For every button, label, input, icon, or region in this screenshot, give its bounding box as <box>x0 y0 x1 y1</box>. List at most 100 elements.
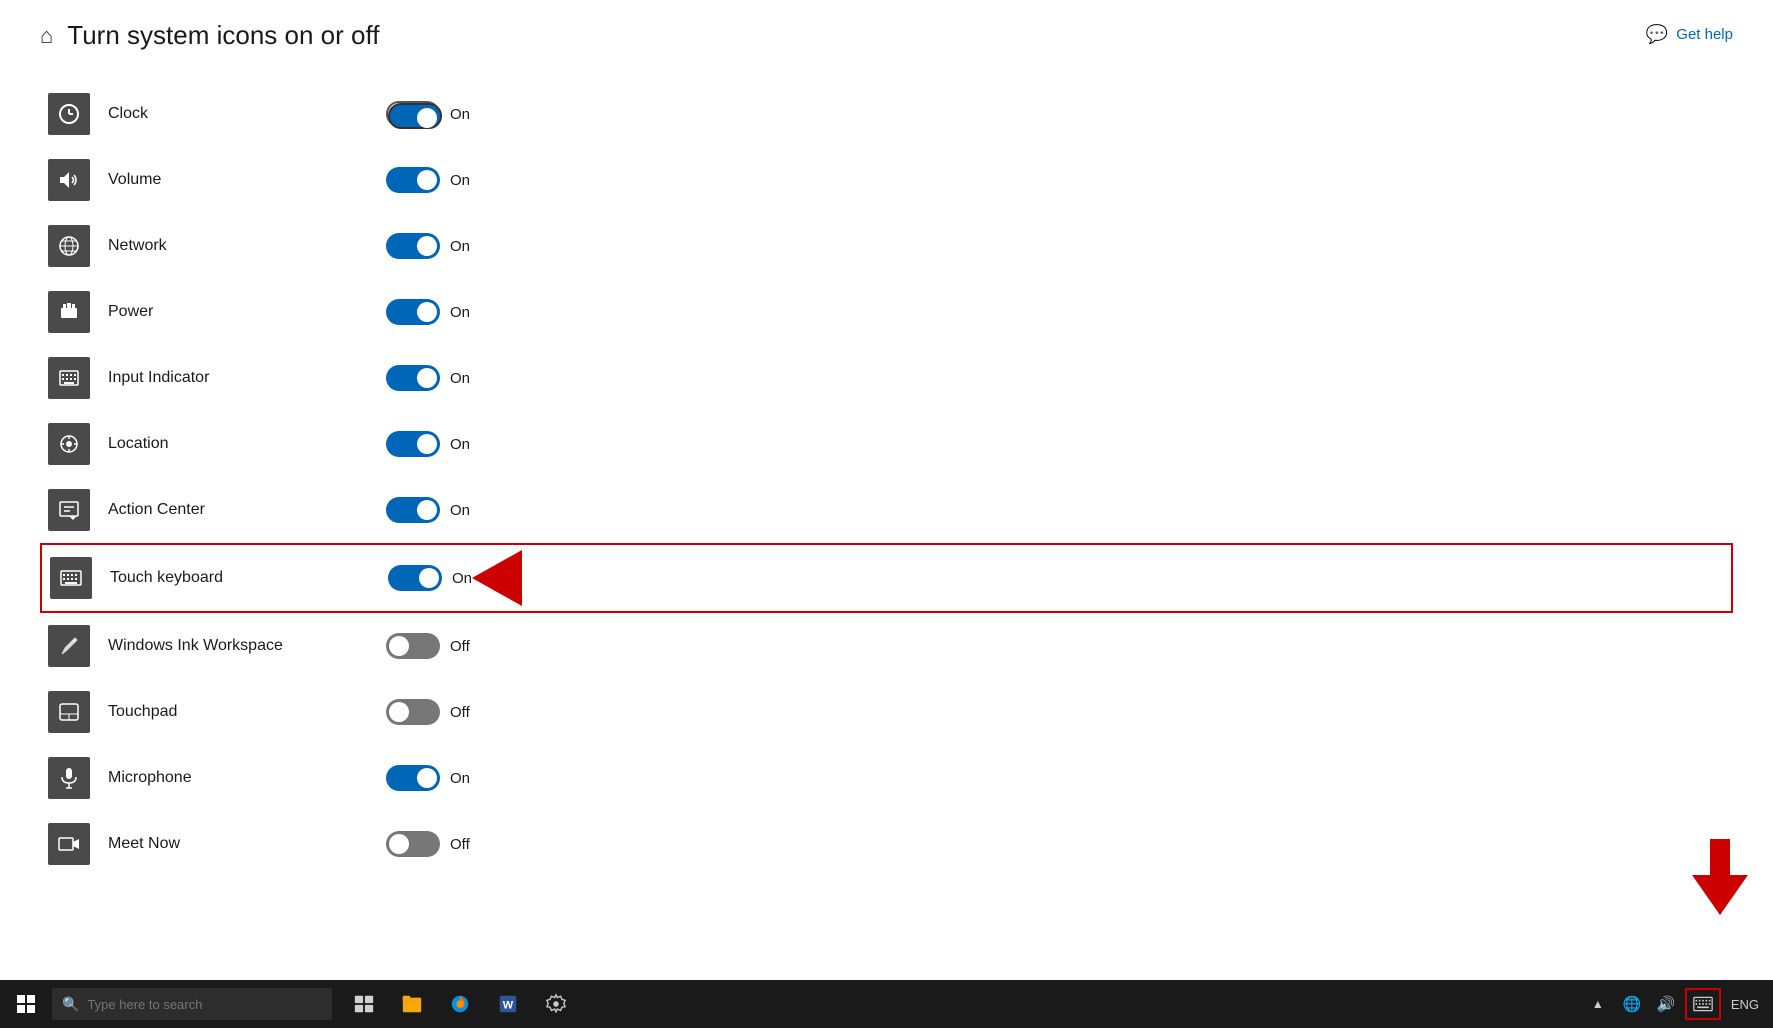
location-toggle-label: On <box>450 436 475 453</box>
taskbar-left: 🔍 <box>0 980 332 1028</box>
volume-icon-box <box>48 159 90 201</box>
word-button[interactable]: W <box>486 980 530 1028</box>
taskbar-search-box[interactable]: 🔍 <box>52 988 332 1020</box>
arrow-indicator <box>472 550 522 606</box>
network-icon <box>57 234 81 258</box>
power-toggle[interactable] <box>386 299 440 325</box>
touch-keyboard-label: Touch keyboard <box>110 569 310 587</box>
setting-row-volume: Volume On <box>40 147 1733 213</box>
touchpad-toggle-label: Off <box>450 704 475 721</box>
volume-tray-icon[interactable]: 🔊 <box>1651 980 1681 1028</box>
power-toggle-label: On <box>450 304 475 321</box>
task-view-button[interactable] <box>342 980 386 1028</box>
setting-row-network: Network On <box>40 213 1733 279</box>
input-indicator-label: Input Indicator <box>108 369 308 387</box>
network-toggle[interactable] <box>386 233 440 259</box>
power-icon <box>57 300 81 324</box>
action-center-toggle-label: On <box>450 502 475 519</box>
settings-button[interactable] <box>534 980 578 1028</box>
page-title-container: ⌂ Turn system icons on or off <box>40 20 1733 51</box>
taskbar-right: ▲ 🌐 🔊 ENG <box>1583 980 1773 1028</box>
svg-text:W: W <box>503 1000 514 1012</box>
network-toggle-label: On <box>450 238 475 255</box>
setting-row-action-center: Action Center On <box>40 477 1733 543</box>
location-toggle[interactable] <box>386 431 440 457</box>
meet-now-icon <box>57 832 81 856</box>
action-center-icon <box>57 498 81 522</box>
microphone-label: Microphone <box>108 769 308 787</box>
windows-icon <box>17 995 35 1013</box>
system-tray-expand[interactable]: ▲ <box>1583 980 1613 1028</box>
clock-icon-box <box>48 93 90 135</box>
input-indicator-toggle[interactable] <box>386 365 440 391</box>
input-indicator-icon-box <box>48 357 90 399</box>
settings-list: Clock On Volume On <box>40 81 1733 877</box>
windows-ink-toggle-label: Off <box>450 638 475 655</box>
firefox-button[interactable] <box>438 980 482 1028</box>
home-icon[interactable]: ⌂ <box>40 23 53 49</box>
setting-row-clock: Clock On <box>40 81 1733 147</box>
meet-now-toggle[interactable] <box>386 831 440 857</box>
microphone-toggle-label: On <box>450 770 475 787</box>
microphone-icon-box <box>48 757 90 799</box>
taskbar: 🔍 <box>0 980 1773 1028</box>
setting-row-microphone: Microphone On <box>40 745 1733 811</box>
clock-label: Clock <box>108 105 308 123</box>
touch-keyboard-toggle[interactable] <box>388 565 442 591</box>
clock-icon <box>57 102 81 126</box>
input-indicator-toggle-label: On <box>450 370 475 387</box>
network-tray-icon[interactable]: 🌐 <box>1617 980 1647 1028</box>
volume-icon <box>57 168 81 192</box>
keyboard-tray-icon[interactable] <box>1685 988 1721 1020</box>
setting-row-meet-now: Meet Now Off <box>40 811 1733 877</box>
meet-now-toggle-label: Off <box>450 836 475 853</box>
touchpad-icon <box>57 700 81 724</box>
main-content: ⌂ Turn system icons on or off 💬 Get help… <box>0 0 1773 980</box>
get-help-icon: 💬 <box>1646 24 1668 45</box>
location-icon-box <box>48 423 90 465</box>
file-explorer-button[interactable] <box>390 980 434 1028</box>
setting-row-input-indicator: Input Indicator On <box>40 345 1733 411</box>
keyboard-icon <box>1693 996 1713 1012</box>
language-indicator[interactable]: ENG <box>1725 997 1765 1012</box>
settings-icon <box>545 993 567 1015</box>
word-icon: W <box>497 993 519 1015</box>
task-view-icon <box>353 993 375 1015</box>
meet-now-label: Meet Now <box>108 835 308 853</box>
touchpad-icon-box <box>48 691 90 733</box>
setting-row-power: Power On <box>40 279 1733 345</box>
action-center-label: Action Center <box>108 501 308 519</box>
setting-row-location: Location On <box>40 411 1733 477</box>
clock-toggle-label: On <box>450 106 475 123</box>
taskbar-search-icon: 🔍 <box>62 996 79 1013</box>
firefox-icon <box>449 993 471 1015</box>
touchpad-toggle[interactable] <box>386 699 440 725</box>
windows-ink-icon <box>57 634 81 658</box>
setting-row-windows-ink: Windows Ink Workspace Off <box>40 613 1733 679</box>
network-label: Network <box>108 237 308 255</box>
get-help-button[interactable]: 💬 Get help <box>1646 24 1733 45</box>
taskbar-search-input[interactable] <box>87 997 322 1012</box>
clock-toggle[interactable] <box>386 101 440 127</box>
action-center-icon-box <box>48 489 90 531</box>
windows-ink-toggle[interactable] <box>386 633 440 659</box>
action-center-toggle[interactable] <box>386 497 440 523</box>
touchpad-label: Touchpad <box>108 703 308 721</box>
location-icon <box>57 432 81 456</box>
windows-ink-icon-box <box>48 625 90 667</box>
microphone-toggle[interactable] <box>386 765 440 791</box>
power-icon-box <box>48 291 90 333</box>
volume-toggle[interactable] <box>386 167 440 193</box>
windows-ink-label: Windows Ink Workspace <box>108 637 308 655</box>
touch-keyboard-icon <box>59 566 83 590</box>
microphone-icon <box>57 766 81 790</box>
file-explorer-icon <box>401 993 423 1015</box>
windows-start-button[interactable] <box>0 980 52 1028</box>
get-help-label: Get help <box>1676 26 1733 43</box>
page-title: Turn system icons on or off <box>67 20 379 51</box>
big-arrow-down <box>1692 839 1748 915</box>
taskbar-center: W <box>342 980 578 1028</box>
setting-row-touch-keyboard: Touch keyboard On <box>40 543 1733 613</box>
volume-label: Volume <box>108 171 308 189</box>
meet-now-icon-box <box>48 823 90 865</box>
